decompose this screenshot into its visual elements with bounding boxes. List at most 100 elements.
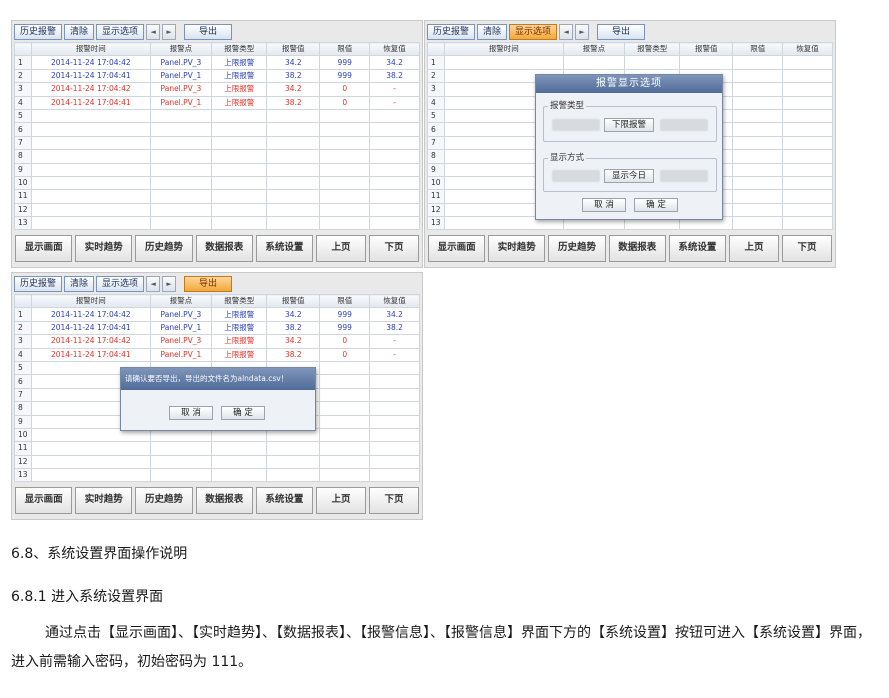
lower-limit-alarm-option[interactable]: 下限报警: [604, 118, 654, 132]
prev-arrow-icon[interactable]: ◄: [146, 24, 161, 40]
table-row[interactable]: 3 2014-11-24 17:04:42 Panel.PV_3 上限报警 34.2 0-: [14, 334, 420, 349]
cell-recover: [782, 95, 833, 110]
cell-recover: [782, 162, 833, 177]
history-alarm-tab[interactable]: 历史报警: [427, 24, 476, 40]
nav-system-settings[interactable]: 系统设置: [255, 487, 314, 514]
nav-prev-page[interactable]: 上页: [729, 235, 780, 262]
cell-point: Panel.PV_3: [149, 334, 213, 349]
nav-prev-page[interactable]: 上页: [316, 487, 367, 514]
nav-display-screen[interactable]: 显示画面: [15, 487, 73, 514]
table-row[interactable]: 11: [14, 441, 420, 456]
table-row[interactable]: 4 2014-11-24 17:04:41 Panel.PV_1 上限报警 38.2 0-: [14, 95, 420, 110]
clear-button[interactable]: 清除: [64, 276, 95, 292]
table-row[interactable]: 2 2014-11-24 17:04:41 Panel.PV_1 上限报警 38.2 99…: [14, 68, 420, 84]
ok-button[interactable]: 确 定: [221, 406, 265, 420]
cell-time: 2014-11-24 17:04:42: [30, 307, 151, 322]
clear-button[interactable]: 清除: [477, 24, 508, 40]
cell-limit: [732, 82, 784, 97]
display-mode-option-blurred[interactable]: [552, 170, 600, 182]
nav-data-report[interactable]: 数据报表: [195, 487, 253, 514]
cell-recover: 38.2: [369, 320, 420, 336]
table-row[interactable]: 4 2014-11-24 17:04:41 Panel.PV_1 上限报警 38.2 0-: [14, 347, 420, 362]
display-options-button[interactable]: 显示选项: [96, 24, 145, 40]
row-number: 10: [427, 175, 445, 191]
nav-prev-page[interactable]: 上页: [316, 235, 367, 262]
cell-recover: [782, 122, 833, 137]
nav-realtime-trend[interactable]: 实时趋势: [75, 235, 133, 262]
clear-button[interactable]: 清除: [64, 24, 95, 40]
cell-value: [266, 216, 321, 231]
table-row[interactable]: 1 2014-11-24 17:04:42 Panel.PV_3 上限报警 34.2 99…: [14, 307, 420, 322]
table-row[interactable]: 1 2014-11-24 17:04:42 Panel.PV_3 上限报警 34.2 99…: [14, 55, 420, 70]
nav-data-report[interactable]: 数据报表: [608, 235, 666, 262]
nav-realtime-trend[interactable]: 实时趋势: [75, 487, 133, 514]
cell-time: [30, 202, 151, 218]
cell-limit: [319, 374, 371, 389]
column-header: 恢复值: [782, 41, 833, 57]
table-row[interactable]: 2 2014-11-24 17:04:41 Panel.PV_1 上限报警 38.2 99…: [14, 320, 420, 336]
table-row[interactable]: 3 2014-11-24 17:04:42 Panel.PV_3 上限报警 34.2 0-: [14, 82, 420, 97]
table-row[interactable]: 1: [427, 55, 833, 70]
display-options-button[interactable]: 显示选项: [96, 276, 145, 292]
cell-recover: [369, 189, 420, 204]
cell-recover: [782, 189, 833, 204]
nav-data-report[interactable]: 数据报表: [195, 235, 253, 262]
column-header: 报警时间: [30, 293, 151, 309]
next-arrow-icon[interactable]: ►: [162, 24, 177, 40]
export-button[interactable]: 导出: [597, 24, 646, 40]
table-row[interactable]: 7: [14, 135, 420, 151]
cell-type: [211, 202, 268, 218]
table-row[interactable]: 13: [14, 468, 420, 483]
cancel-button[interactable]: 取 消: [169, 406, 213, 420]
nav-history-trend[interactable]: 历史趋势: [135, 235, 193, 262]
show-today-option[interactable]: 显示今日: [604, 169, 654, 183]
cell-type: [211, 468, 268, 483]
table-row[interactable]: 6: [14, 122, 420, 137]
export-button[interactable]: 导出: [184, 276, 233, 292]
table-row[interactable]: 10: [14, 175, 420, 191]
next-arrow-icon[interactable]: ►: [575, 24, 590, 40]
row-number: 11: [14, 441, 32, 456]
cell-recover: [782, 55, 833, 70]
nav-display-screen[interactable]: 显示画面: [15, 235, 73, 262]
nav-history-trend[interactable]: 历史趋势: [548, 235, 606, 262]
nav-history-trend[interactable]: 历史趋势: [135, 487, 193, 514]
cell-limit: [319, 189, 371, 204]
row-number: 8: [14, 149, 32, 164]
prev-arrow-icon[interactable]: ◄: [559, 24, 574, 40]
cell-limit: [319, 108, 371, 124]
cell-type: [211, 175, 268, 191]
table-row[interactable]: 8: [14, 149, 420, 164]
table-row[interactable]: 13: [14, 216, 420, 231]
nav-system-settings[interactable]: 系统设置: [255, 235, 314, 262]
alarm-type-option-blurred[interactable]: [660, 119, 708, 131]
alarm-type-option-blurred[interactable]: [552, 119, 600, 131]
display-options-button[interactable]: 显示选项: [509, 24, 558, 40]
export-button[interactable]: 导出: [184, 24, 233, 40]
history-alarm-tab[interactable]: 历史报警: [14, 276, 63, 292]
table-row[interactable]: 11: [14, 189, 420, 204]
table-row[interactable]: 5: [14, 108, 420, 124]
cell-time: 2014-11-24 17:04:41: [30, 68, 151, 84]
nav-realtime-trend[interactable]: 实时趋势: [488, 235, 546, 262]
history-alarm-tab[interactable]: 历史报警: [14, 24, 63, 40]
nav-system-settings[interactable]: 系统设置: [668, 235, 727, 262]
table-row[interactable]: 9: [14, 162, 420, 177]
ok-button[interactable]: 确 定: [634, 198, 678, 212]
nav-next-page[interactable]: 下页: [782, 235, 833, 262]
cell-recover: [369, 360, 420, 376]
nav-display-screen[interactable]: 显示画面: [428, 235, 486, 262]
nav-next-page[interactable]: 下页: [369, 235, 420, 262]
column-header: 限值: [319, 41, 371, 57]
row-number: 4: [427, 95, 445, 110]
prev-arrow-icon[interactable]: ◄: [146, 276, 161, 292]
alarm-history-screen-3: 历史报警 清除 显示选项 ◄ ► 导出 报警时间 报警点 报警类型 报警值 限值 恢复值 1…: [11, 272, 423, 520]
cell-limit: [732, 122, 784, 137]
table-row[interactable]: 12: [14, 454, 420, 470]
nav-next-page[interactable]: 下页: [369, 487, 420, 514]
next-arrow-icon[interactable]: ►: [162, 276, 177, 292]
display-mode-option-blurred[interactable]: [660, 170, 708, 182]
cancel-button[interactable]: 取 消: [582, 198, 626, 212]
row-number: 1: [14, 307, 32, 322]
table-row[interactable]: 12: [14, 202, 420, 218]
